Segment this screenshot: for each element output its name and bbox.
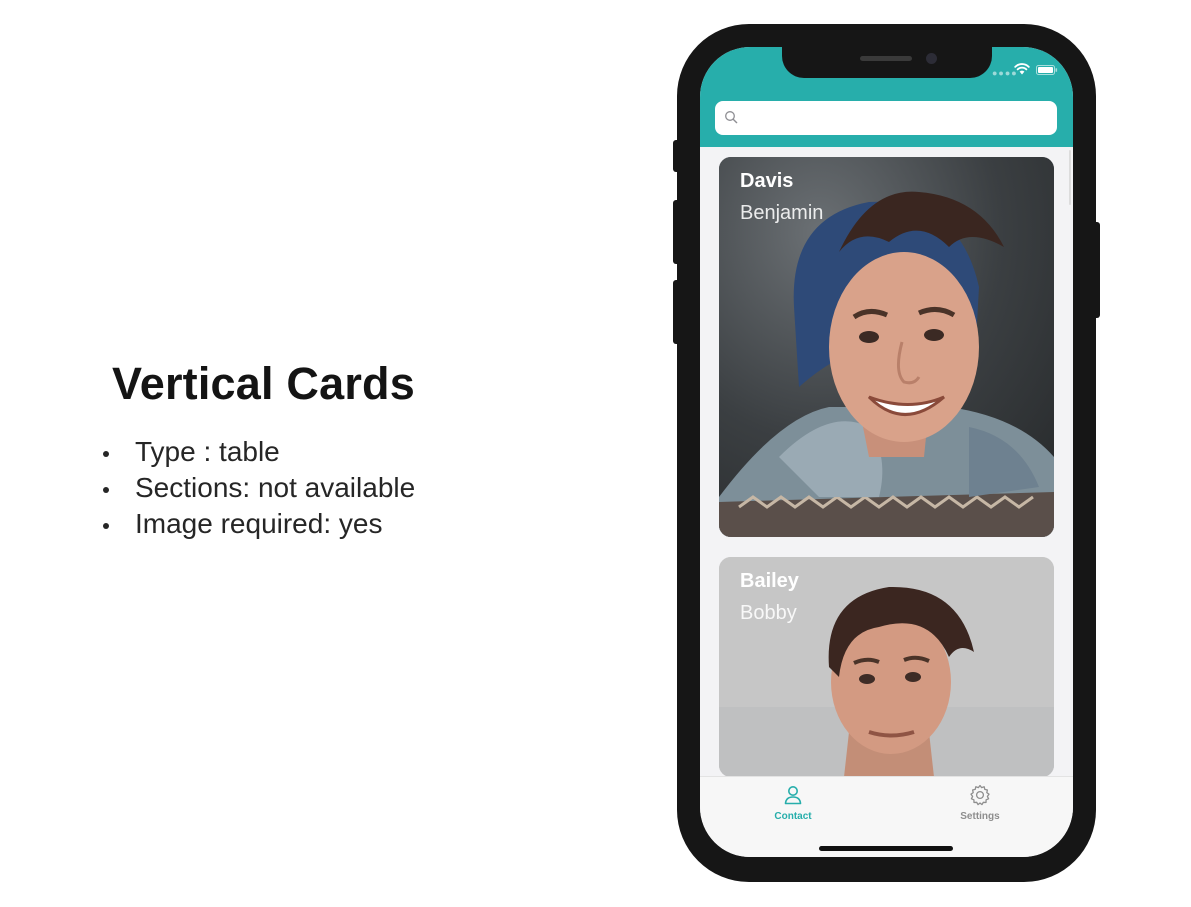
contact-card-list[interactable]: Davis Benjamin Bailey Bobby xyxy=(700,147,1073,777)
page-title: Vertical Cards xyxy=(112,358,415,409)
search-input[interactable] xyxy=(715,101,1057,135)
feature-list: Type : table Sections: not available Ima… xyxy=(100,432,520,540)
contact-card[interactable]: Davis Benjamin xyxy=(719,157,1054,537)
battery-icon xyxy=(1036,65,1058,75)
tab-label: Settings xyxy=(960,811,1000,822)
contact-card[interactable]: Bailey Bobby xyxy=(719,557,1054,777)
feature-item-type: Type : table xyxy=(100,432,520,468)
tab-bar: Contact Settings xyxy=(700,776,1073,857)
tab-label: Contact xyxy=(774,811,812,822)
feature-item-image-required: Image required: yes xyxy=(100,504,520,540)
contact-last-name: Bailey xyxy=(740,570,799,592)
scroll-indicator[interactable] xyxy=(1069,150,1071,205)
phone-screen: ●●●● Davis Benjamin Bailey Bobby Contact… xyxy=(700,47,1073,857)
home-indicator[interactable] xyxy=(819,846,953,851)
feature-item-sections: Sections: not available xyxy=(100,468,520,504)
gear-icon xyxy=(970,784,990,806)
wifi-icon xyxy=(1014,63,1030,75)
person-icon xyxy=(784,786,802,805)
speaker-grille xyxy=(860,56,912,61)
front-camera xyxy=(926,53,937,64)
tab-settings[interactable]: Settings xyxy=(940,783,1020,833)
notch xyxy=(782,47,992,78)
search-icon xyxy=(725,111,738,124)
contact-first-name: Bobby xyxy=(740,602,797,624)
tab-contact[interactable]: Contact xyxy=(753,783,833,833)
contact-last-name: Davis xyxy=(740,170,794,192)
contact-first-name: Benjamin xyxy=(740,202,824,224)
